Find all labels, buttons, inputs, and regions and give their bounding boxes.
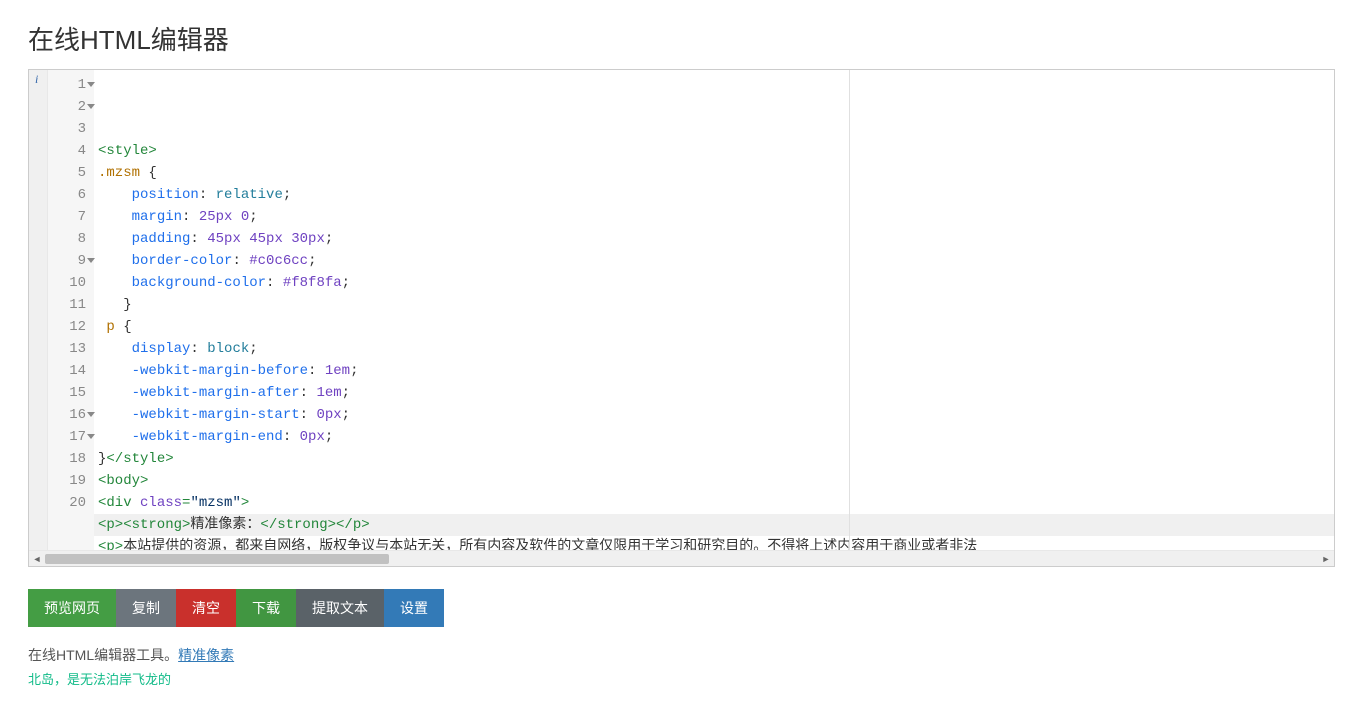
line-number: 16 [48, 404, 94, 426]
line-number: 6 [48, 184, 94, 206]
code-editor[interactable]: 1234567891011121314151617181920 <style>.… [28, 69, 1335, 567]
code-line[interactable]: -webkit-margin-start: 0px; [94, 404, 1334, 426]
line-number-gutter: 1234567891011121314151617181920 [48, 70, 94, 550]
scrollbar-thumb[interactable] [45, 554, 389, 564]
toolbar: 预览网页 复制 清空 下载 提取文本 设置 [28, 589, 1335, 627]
code-line[interactable]: <body> [94, 470, 1334, 492]
line-number: 10 [48, 272, 94, 294]
code-line[interactable]: <p>本站提供的资源，都来自网络，版权争议与本站无关，所有内容及软件的文章仅限用… [94, 536, 1334, 550]
clear-button[interactable]: 清空 [176, 589, 236, 627]
scroll-left-arrow[interactable]: ◄ [29, 552, 45, 566]
code-line[interactable]: <style> [94, 140, 1334, 162]
preview-button[interactable]: 预览网页 [28, 589, 116, 627]
code-line[interactable]: -webkit-margin-after: 1em; [94, 382, 1334, 404]
code-line[interactable]: background-color: #f8f8fa; [94, 272, 1334, 294]
page-title: 在线HTML编辑器 [28, 20, 1335, 57]
line-number: 8 [48, 228, 94, 250]
extract-text-button[interactable]: 提取文本 [296, 589, 384, 627]
code-line[interactable]: }</style> [94, 448, 1334, 470]
scroll-right-arrow[interactable]: ► [1318, 552, 1334, 566]
settings-button[interactable]: 设置 [384, 589, 444, 627]
copy-button[interactable]: 复制 [116, 589, 176, 627]
line-number: 12 [48, 316, 94, 338]
code-line[interactable]: -webkit-margin-before: 1em; [94, 360, 1334, 382]
code-line[interactable]: <div class="mzsm"> [94, 492, 1334, 514]
line-number: 18 [48, 448, 94, 470]
footer-line-2: 北岛，是无法泊岸飞龙的 [28, 669, 1335, 688]
horizontal-scrollbar[interactable]: ◄ ► [29, 550, 1334, 566]
line-number: 13 [48, 338, 94, 360]
footer-text: 在线HTML编辑器工具。精准像素 [28, 645, 1335, 665]
code-line[interactable]: display: block; [94, 338, 1334, 360]
scrollbar-track[interactable] [45, 552, 1318, 566]
code-line[interactable]: margin: 25px 0; [94, 206, 1334, 228]
download-button[interactable]: 下载 [236, 589, 296, 627]
footer-link[interactable]: 精准像素 [178, 647, 234, 663]
editor-info-gutter [29, 70, 48, 550]
code-line[interactable]: -webkit-margin-end: 0px; [94, 426, 1334, 448]
code-line[interactable]: p { [94, 316, 1334, 338]
line-number: 7 [48, 206, 94, 228]
editor-split-divider[interactable] [849, 70, 850, 550]
line-number: 1 [48, 74, 94, 96]
line-number: 9 [48, 250, 94, 272]
line-number: 2 [48, 96, 94, 118]
line-number: 14 [48, 360, 94, 382]
line-number: 3 [48, 118, 94, 140]
line-number: 17 [48, 426, 94, 448]
code-line[interactable]: } [94, 294, 1334, 316]
code-line[interactable]: <p><strong>精准像素：</strong></p> [94, 514, 1334, 536]
code-line[interactable]: padding: 45px 45px 30px; [94, 228, 1334, 250]
footer-prefix: 在线HTML编辑器工具。 [28, 647, 178, 663]
line-number: 19 [48, 470, 94, 492]
code-line[interactable]: .mzsm { [94, 162, 1334, 184]
line-number: 20 [48, 492, 94, 514]
line-number: 15 [48, 382, 94, 404]
line-number: 4 [48, 140, 94, 162]
line-number: 5 [48, 162, 94, 184]
code-line[interactable]: position: relative; [94, 184, 1334, 206]
line-number: 11 [48, 294, 94, 316]
code-area[interactable]: <style>.mzsm { position: relative; margi… [94, 70, 1334, 550]
code-line[interactable]: border-color: #c0c6cc; [94, 250, 1334, 272]
